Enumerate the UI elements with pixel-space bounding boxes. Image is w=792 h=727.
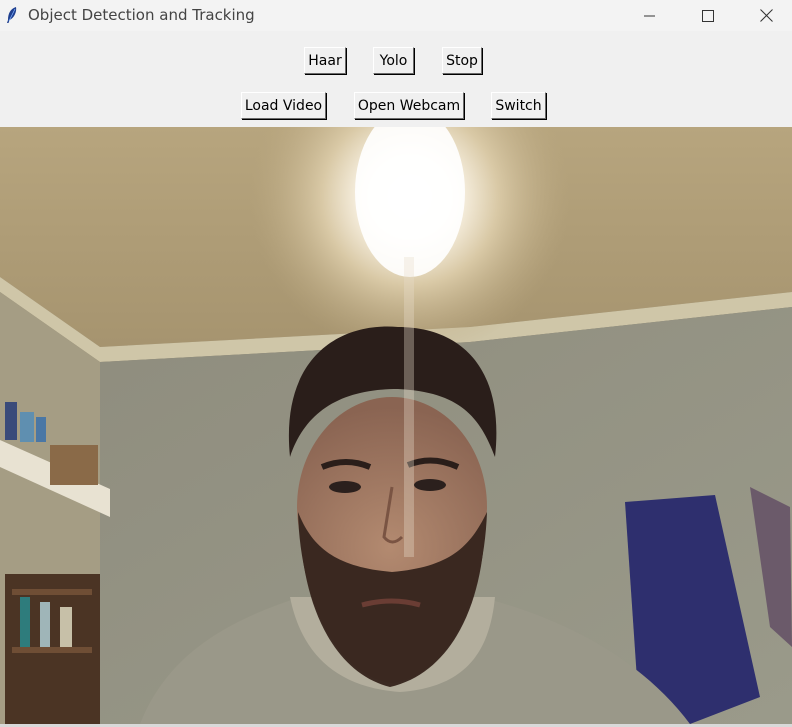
close-icon (759, 9, 773, 22)
maximize-button[interactable] (679, 0, 737, 31)
minimize-button[interactable] (621, 0, 679, 31)
yolo-button[interactable]: Yolo (373, 47, 414, 74)
window-title: Object Detection and Tracking (28, 6, 255, 24)
feather-icon (6, 6, 18, 24)
title-bar: Object Detection and Tracking (0, 0, 792, 31)
haar-button[interactable]: Haar (304, 47, 346, 74)
minimize-icon (644, 15, 655, 16)
maximize-icon (702, 9, 714, 22)
stop-button[interactable]: Stop (442, 47, 482, 74)
close-button[interactable] (737, 0, 792, 31)
load-video-button[interactable]: Load Video (241, 92, 326, 119)
open-webcam-button[interactable]: Open Webcam (354, 92, 464, 119)
switch-button[interactable]: Switch (491, 92, 546, 119)
video-frame (0, 127, 792, 724)
